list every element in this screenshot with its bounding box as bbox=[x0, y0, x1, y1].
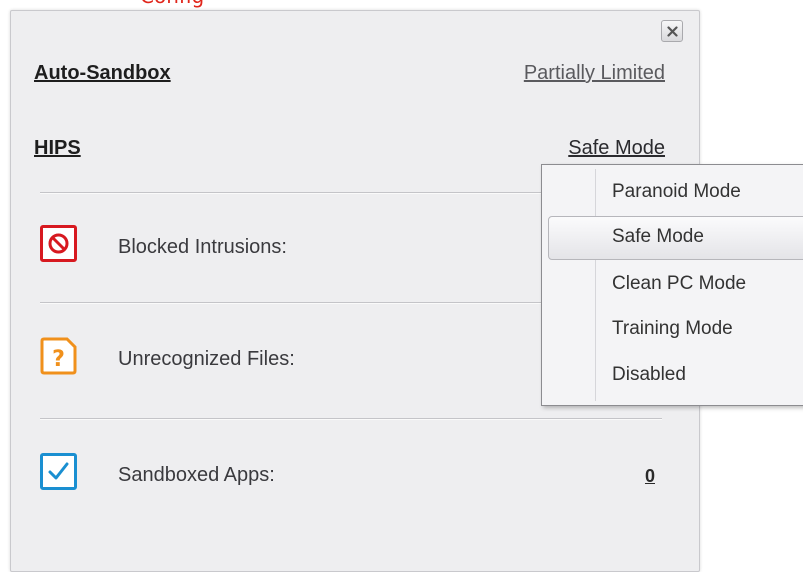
unrecognized-files-label: Unrecognized Files: bbox=[118, 348, 295, 370]
menu-item-label: Disabled bbox=[612, 364, 686, 385]
menu-item-clean-pc-mode[interactable]: Clean PC Mode bbox=[542, 263, 803, 307]
sandboxed-apps-label: Sandboxed Apps: bbox=[118, 464, 275, 486]
svg-text:?: ? bbox=[52, 347, 65, 372]
hips-mode-dropdown[interactable]: Paranoid Mode Safe Mode Clean PC Mode Tr… bbox=[541, 164, 803, 406]
menu-item-label: Clean PC Mode bbox=[612, 273, 747, 294]
menu-item-label: Paranoid Mode bbox=[612, 181, 741, 202]
menu-item-training-mode[interactable]: Training Mode bbox=[542, 308, 803, 352]
question-icon: ? bbox=[40, 337, 77, 375]
checkbox-icon bbox=[40, 453, 77, 490]
menu-item-paranoid-mode[interactable]: Paranoid Mode bbox=[542, 171, 803, 215]
menu-item-label: Safe Mode bbox=[612, 226, 704, 247]
blocked-icon bbox=[40, 225, 77, 262]
menu-item-safe-mode[interactable]: Safe Mode bbox=[548, 216, 803, 260]
auto-sandbox-label[interactable]: Auto-Sandbox bbox=[34, 62, 171, 85]
close-button[interactable] bbox=[661, 20, 683, 42]
divider bbox=[40, 418, 662, 420]
sandboxed-apps-count[interactable]: 0 bbox=[645, 466, 655, 487]
blocked-intrusions-label: Blocked Intrusions: bbox=[118, 236, 287, 258]
hips-mode-value[interactable]: Safe Mode bbox=[568, 137, 665, 160]
close-icon bbox=[667, 26, 678, 37]
hips-label[interactable]: HIPS bbox=[34, 137, 81, 160]
menu-item-disabled[interactable]: Disabled bbox=[542, 354, 803, 398]
header-red-text: Config bbox=[140, 0, 204, 8]
auto-sandbox-value[interactable]: Partially Limited bbox=[524, 62, 665, 85]
menu-item-label: Training Mode bbox=[612, 318, 733, 339]
